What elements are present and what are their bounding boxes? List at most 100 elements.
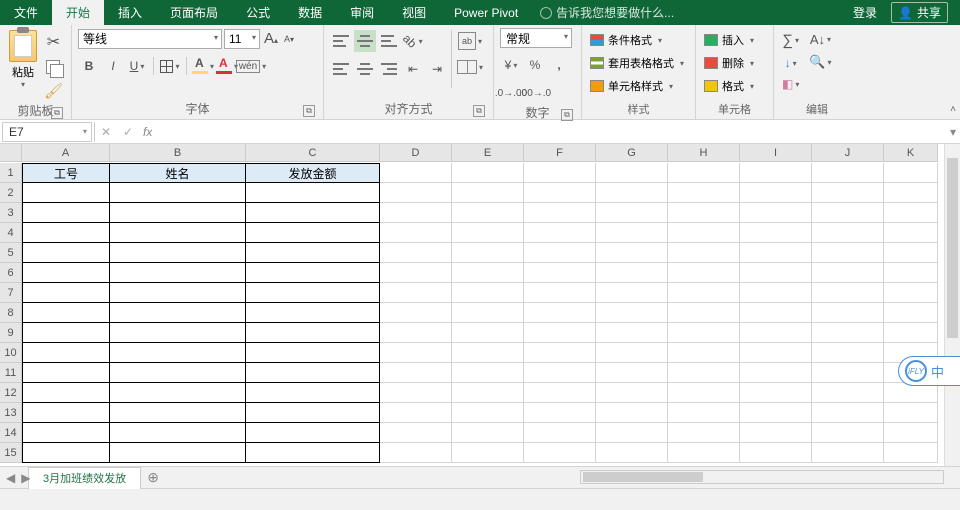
- align-middle-button[interactable]: [354, 30, 376, 52]
- cell-F10[interactable]: [524, 343, 596, 363]
- cell-K8[interactable]: [884, 303, 938, 323]
- cell-B7[interactable]: [110, 283, 246, 303]
- cell-G12[interactable]: [596, 383, 668, 403]
- tab-formula[interactable]: 公式: [232, 0, 284, 25]
- row-header-6[interactable]: 6: [0, 263, 22, 283]
- row-header-10[interactable]: 10: [0, 343, 22, 363]
- cond-format-button[interactable]: 条件格式: [588, 30, 664, 50]
- cell-I2[interactable]: [740, 183, 812, 203]
- cell-A12[interactable]: [22, 383, 110, 403]
- cell-style-button[interactable]: 单元格样式: [588, 76, 675, 96]
- cell-F11[interactable]: [524, 363, 596, 383]
- cell-J12[interactable]: [812, 383, 884, 403]
- cell-A3[interactable]: [22, 203, 110, 223]
- cell-K15[interactable]: [884, 443, 938, 463]
- cell-B4[interactable]: [110, 223, 246, 243]
- cell-D6[interactable]: [380, 263, 452, 283]
- cell-I15[interactable]: [740, 443, 812, 463]
- col-header-F[interactable]: F: [524, 144, 596, 162]
- cell-G1[interactable]: [596, 163, 668, 183]
- cell-B13[interactable]: [110, 403, 246, 423]
- cell-J11[interactable]: [812, 363, 884, 383]
- cell-A6[interactable]: [22, 263, 110, 283]
- cell-A2[interactable]: [22, 183, 110, 203]
- worksheet[interactable]: 123456789101112131415 ABCDEFGHIJK 工号姓名发放…: [0, 144, 960, 466]
- cell-A8[interactable]: [22, 303, 110, 323]
- cell-B14[interactable]: [110, 423, 246, 443]
- cell-C5[interactable]: [246, 243, 380, 263]
- cell-H14[interactable]: [668, 423, 740, 443]
- cell-H13[interactable]: [668, 403, 740, 423]
- cell-D7[interactable]: [380, 283, 452, 303]
- cell-H7[interactable]: [668, 283, 740, 303]
- cell-F1[interactable]: [524, 163, 596, 183]
- bold-button[interactable]: B: [78, 55, 100, 77]
- sort-filter-button[interactable]: A↓: [807, 30, 833, 49]
- cell-F2[interactable]: [524, 183, 596, 203]
- cell-C11[interactable]: [246, 363, 380, 383]
- cell-C4[interactable]: [246, 223, 380, 243]
- cell-A1[interactable]: 工号: [22, 163, 110, 183]
- cell-C13[interactable]: [246, 403, 380, 423]
- cell-C9[interactable]: [246, 323, 380, 343]
- tab-review[interactable]: 审阅: [336, 0, 388, 25]
- fill-color-button[interactable]: [192, 55, 214, 77]
- ifly-widget[interactable]: iFLY 中: [898, 356, 960, 386]
- login-link[interactable]: 登录: [853, 4, 877, 21]
- cell-J3[interactable]: [812, 203, 884, 223]
- cell-I5[interactable]: [740, 243, 812, 263]
- tell-me[interactable]: 告诉我您想要做什么...: [540, 4, 674, 21]
- indent-inc-button[interactable]: ⇥: [426, 58, 448, 80]
- copy-button[interactable]: [42, 58, 65, 76]
- cell-F14[interactable]: [524, 423, 596, 443]
- cell-D8[interactable]: [380, 303, 452, 323]
- row-header-12[interactable]: 12: [0, 383, 22, 403]
- cell-J4[interactable]: [812, 223, 884, 243]
- col-header-I[interactable]: I: [740, 144, 812, 162]
- cell-G9[interactable]: [596, 323, 668, 343]
- cell-E1[interactable]: [452, 163, 524, 183]
- number-dialog-launcher[interactable]: ⧉: [561, 109, 573, 121]
- cell-D5[interactable]: [380, 243, 452, 263]
- cell-A15[interactable]: [22, 443, 110, 463]
- cell-E6[interactable]: [452, 263, 524, 283]
- cell-C14[interactable]: [246, 423, 380, 443]
- cell-F6[interactable]: [524, 263, 596, 283]
- font-size-select[interactable]: 11: [224, 29, 260, 49]
- cancel-formula-button[interactable]: ✕: [95, 125, 117, 139]
- cell-K13[interactable]: [884, 403, 938, 423]
- cell-C12[interactable]: [246, 383, 380, 403]
- cell-I13[interactable]: [740, 403, 812, 423]
- cell-C10[interactable]: [246, 343, 380, 363]
- cell-A5[interactable]: [22, 243, 110, 263]
- border-button[interactable]: [159, 55, 181, 77]
- cell-E14[interactable]: [452, 423, 524, 443]
- cell-K12[interactable]: [884, 383, 938, 403]
- cell-B10[interactable]: [110, 343, 246, 363]
- cell-G8[interactable]: [596, 303, 668, 323]
- share-button[interactable]: 👤共享: [891, 2, 948, 23]
- cell-C7[interactable]: [246, 283, 380, 303]
- cell-H9[interactable]: [668, 323, 740, 343]
- cell-K6[interactable]: [884, 263, 938, 283]
- wrap-text-button[interactable]: ab: [455, 30, 485, 52]
- align-dialog-launcher[interactable]: ⧉: [473, 105, 485, 117]
- cell-B8[interactable]: [110, 303, 246, 323]
- cell-A9[interactable]: [22, 323, 110, 343]
- cell-E4[interactable]: [452, 223, 524, 243]
- row-header-5[interactable]: 5: [0, 243, 22, 263]
- cell-E12[interactable]: [452, 383, 524, 403]
- percent-button[interactable]: %: [524, 54, 546, 76]
- cell-D1[interactable]: [380, 163, 452, 183]
- cell-H2[interactable]: [668, 183, 740, 203]
- cell-I1[interactable]: [740, 163, 812, 183]
- format-painter-button[interactable]: 🖌: [42, 80, 65, 102]
- vertical-scrollbar[interactable]: [944, 144, 960, 466]
- font-name-select[interactable]: 等线: [78, 29, 222, 49]
- align-top-button[interactable]: [330, 30, 352, 52]
- cell-H12[interactable]: [668, 383, 740, 403]
- cell-F13[interactable]: [524, 403, 596, 423]
- cell-B12[interactable]: [110, 383, 246, 403]
- cell-D4[interactable]: [380, 223, 452, 243]
- tab-view[interactable]: 视图: [388, 0, 440, 25]
